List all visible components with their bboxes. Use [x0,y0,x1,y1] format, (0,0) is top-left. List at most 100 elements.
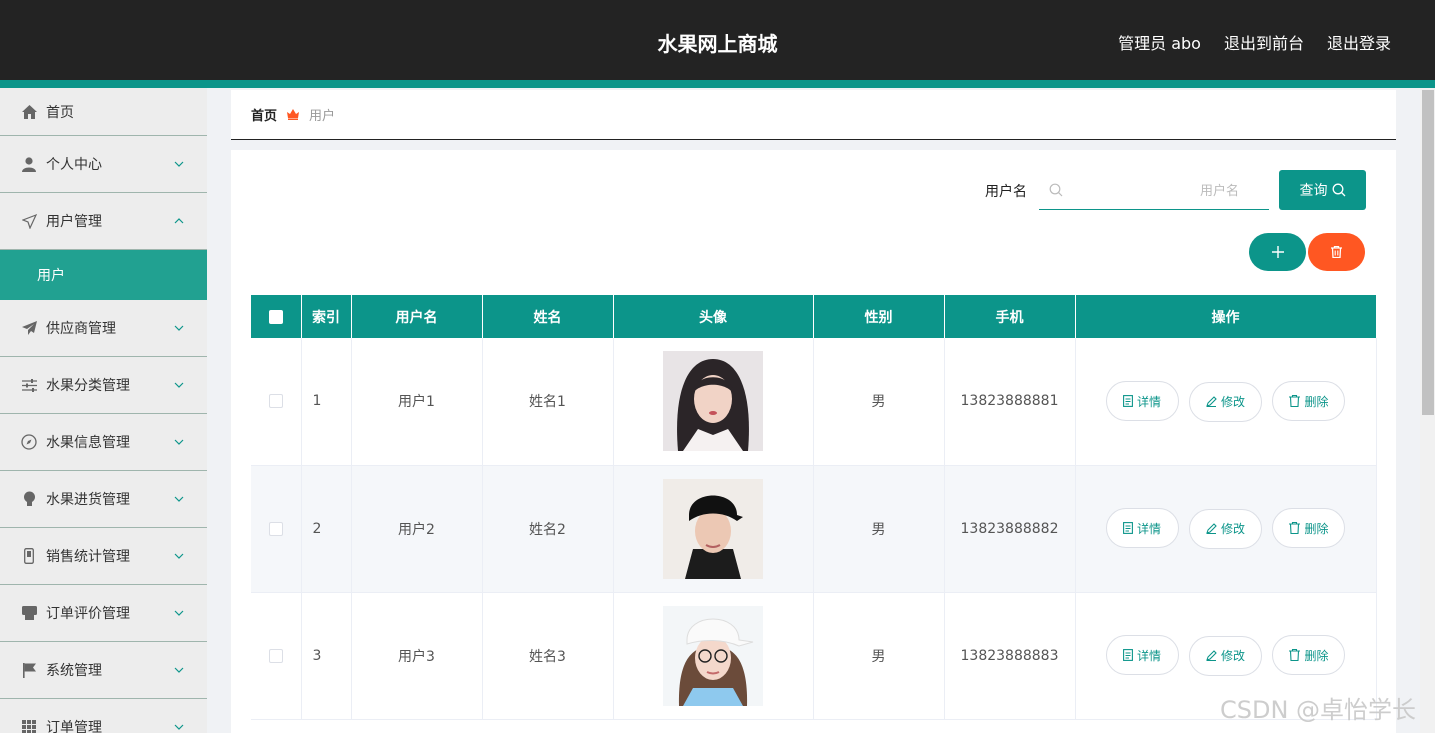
breadcrumb: 首页 用户 [231,90,1396,140]
plus-icon [1271,246,1284,258]
index-cell: 2 [301,465,352,593]
sidebar-item-fruit-purchase[interactable]: 水果进货管理 [0,471,207,528]
sidebar-item-order[interactable]: 订单管理 [0,699,207,733]
search-input[interactable] [1069,179,1239,203]
phone-cell: 13823888881 [944,338,1076,466]
select-all-cell [251,295,302,338]
search-icon [1332,183,1345,197]
crown-icon [287,109,300,120]
actions-cell: 详情 修改 删除 [1075,338,1377,466]
avatar [663,351,763,452]
detail-button[interactable]: 详情 [1105,635,1179,676]
sidebar-item-label: 订单评价管理 [46,606,130,622]
top-accent-line [0,80,1435,88]
row-checkbox[interactable] [268,394,283,409]
home-icon [21,104,37,120]
chevron-down-icon [174,439,184,445]
name-cell: 姓名2 [482,465,614,593]
top-right-links: 管理员 abo 退出到前台 退出登录 [1118,30,1391,54]
edit-button[interactable]: 修改 [1189,381,1262,422]
delete-label: 删除 [1304,648,1329,663]
sidebar-item-label: 供应商管理 [46,321,116,337]
delete-button[interactable]: 删除 [1272,381,1346,421]
chevron-down-icon [174,325,184,331]
send-icon [21,213,37,229]
index-cell: 3 [301,592,352,720]
chevron-up-icon [174,218,184,224]
document-icon [1123,522,1133,535]
sidebar-item-order-review[interactable]: 订单评价管理 [0,585,207,642]
sidebar-subitem-user[interactable]: 用户 [0,250,207,300]
row-checkbox[interactable] [268,521,283,536]
sidebar-item-label: 水果进货管理 [46,492,130,508]
user-table: 索引 用户名 姓名 头像 性别 手机 操作 1 用户1 姓名1 男 138238… [251,295,1377,720]
column-header: 手机 [944,295,1076,338]
avatar [663,605,763,706]
trash-icon [1289,649,1301,662]
row-select-cell [251,338,302,466]
edit-icon [1206,523,1217,535]
column-header: 索引 [301,295,352,338]
query-button[interactable]: 查询 [1279,170,1366,210]
bulb-icon [21,491,37,507]
detail-button[interactable]: 详情 [1105,381,1179,421]
delete-button[interactable]: 删除 [1272,508,1346,549]
main-panel: 用户名 查询 索引 用户名 姓名 头像 性别 [231,150,1396,733]
edit-button[interactable]: 修改 [1189,508,1262,549]
logout-link[interactable]: 退出登录 [1327,30,1391,54]
sidebar-item-fruit-info[interactable]: 水果信息管理 [0,414,207,471]
actions-cell: 详情 修改 删除 [1075,465,1377,593]
table-row: 2 用户2 姓名2 男 13823888882 详情 修改 删除 [251,465,1377,593]
sidebar-item-profile[interactable]: 个人中心 [0,136,207,193]
to-front-link[interactable]: 退出到前台 [1224,30,1304,54]
breadcrumb-home[interactable]: 首页 [251,105,277,124]
sidebar-item-sales-stats[interactable]: 销售统计管理 [0,528,207,585]
avatar-cell [613,592,814,720]
delete-button[interactable]: 删除 [1272,635,1346,676]
sidebar-item-home[interactable]: 首页 [0,88,207,136]
column-header: 头像 [613,295,814,338]
detail-label: 详情 [1137,521,1162,536]
chevron-down-icon [174,610,184,616]
select-all-checkbox[interactable] [268,309,283,324]
avatar-cell [613,338,814,466]
sidebar-item-user-management[interactable]: 用户管理 [0,193,207,250]
username-cell: 用户3 [351,592,483,720]
index-cell: 1 [301,338,352,466]
row-checkbox[interactable] [268,648,283,663]
sliders-icon [21,377,37,393]
add-button[interactable] [1249,233,1306,271]
avatar-cell [613,465,814,593]
top-bar: 水果网上商城 管理员 abo 退出到前台 退出登录 [0,0,1435,80]
watermark: CSDN @卓怡学长 [1220,696,1417,724]
sidebar-item-fruit-category[interactable]: 水果分类管理 [0,357,207,414]
trash-icon [1331,246,1342,258]
username-cell: 用户1 [351,338,483,466]
plane-icon [21,320,37,336]
sidebar-item-label: 首页 [46,104,74,121]
edit-label: 修改 [1220,395,1245,409]
sidebar-item-label: 用户管理 [46,214,102,230]
column-header: 姓名 [482,295,614,338]
scrollbar-thumb[interactable] [1422,90,1434,415]
edit-icon [1206,396,1217,407]
edit-button[interactable]: 修改 [1189,635,1262,676]
sidebar-item-system[interactable]: 系统管理 [0,642,207,699]
gender-cell: 男 [813,592,945,720]
avatar [663,478,763,579]
detail-label: 详情 [1137,394,1162,409]
admin-label: 管理员 abo [1118,34,1201,53]
batch-delete-button[interactable] [1308,233,1365,271]
table-header-row: 索引 用户名 姓名 头像 性别 手机 操作 [251,295,1377,338]
breadcrumb-current: 用户 [309,109,336,124]
phone-cell: 13823888882 [944,465,1076,593]
document-icon [1123,395,1133,407]
search-icon [1049,183,1063,197]
compass-icon [21,434,37,450]
phone-icon [21,548,37,564]
name-cell: 姓名3 [482,592,614,720]
detail-label: 详情 [1137,648,1162,663]
sidebar-item-supplier[interactable]: 供应商管理 [0,300,207,357]
sidebar-item-label: 个人中心 [46,157,102,173]
detail-button[interactable]: 详情 [1105,508,1179,549]
